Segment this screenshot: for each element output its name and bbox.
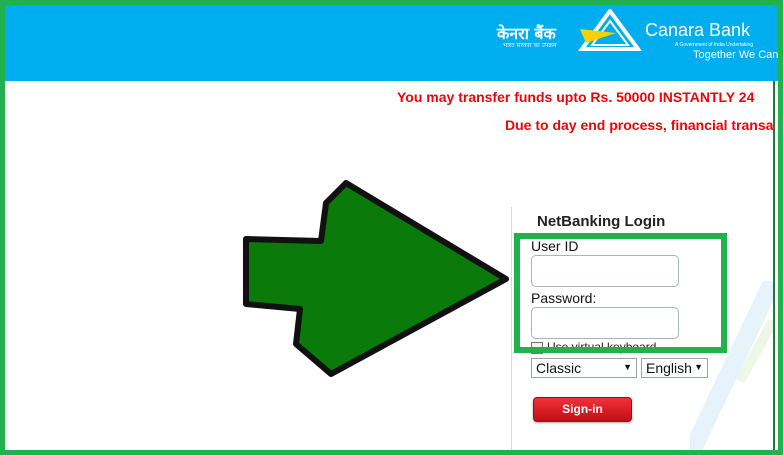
login-mode-select[interactable]: Classic ▼ [531,358,637,378]
notice-day-end: Due to day end process, financial transa [505,117,773,133]
language-select[interactable]: English ▼ [641,358,708,378]
sign-in-button[interactable]: Sign-in [533,397,632,422]
canara-bank-logo-icon [578,9,642,51]
logo-hindi-subtext: भारत सरकार का उपक्रम [503,42,557,49]
arrow-right-icon [243,180,509,377]
chevron-down-icon: ▼ [694,362,703,372]
highlight-box [514,233,727,353]
notice-transfer-limit: You may transfer funds upto Rs. 50000 IN… [397,89,755,105]
language-value: English [646,360,692,376]
logo-government-undertaking: A Government of India Undertaking [675,42,754,48]
logo-tagline: Together We Can [693,49,779,61]
chevron-down-icon: ▼ [623,362,632,372]
right-border-line [773,81,775,455]
logo-bank-name: Canara Bank [645,20,751,40]
login-title: NetBanking Login [537,213,666,230]
header-bar [5,5,778,81]
login-mode-value: Classic [536,360,582,376]
